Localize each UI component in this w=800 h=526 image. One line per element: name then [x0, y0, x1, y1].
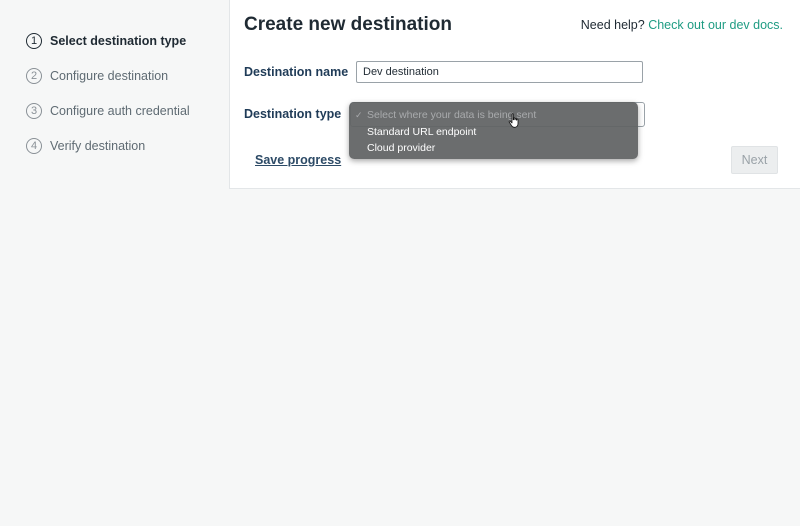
destination-name-input[interactable]: [356, 61, 643, 83]
page-title: Create new destination: [244, 14, 452, 35]
step-label: Verify destination: [50, 139, 146, 153]
step-number: 4: [26, 138, 42, 154]
dev-docs-link[interactable]: Check out our dev docs.: [648, 18, 783, 32]
destination-name-label: Destination name: [244, 65, 349, 79]
step-configure-destination[interactable]: 2 Configure destination: [26, 67, 190, 85]
step-select-destination-type[interactable]: 1 Select destination type: [26, 32, 190, 50]
destination-form-card: Create new destination Need help? Check …: [229, 0, 800, 189]
destination-type-label: Destination type: [244, 107, 342, 121]
dropdown-option-placeholder[interactable]: ✓ Select where your data is being sent: [349, 107, 638, 124]
option-label: Cloud provider: [367, 142, 436, 154]
step-number: 3: [26, 103, 42, 119]
step-list: 1 Select destination type 2 Configure de…: [26, 32, 190, 172]
checkmark-icon: ✓: [355, 110, 363, 120]
step-label: Select destination type: [50, 34, 187, 48]
help-text: Need help? Check out our dev docs.: [581, 18, 783, 32]
step-number: 2: [26, 68, 42, 84]
next-button[interactable]: Next: [731, 146, 778, 174]
step-verify-destination[interactable]: 4 Verify destination: [26, 137, 190, 155]
step-label: Configure destination: [50, 69, 169, 83]
save-progress-link[interactable]: Save progress: [255, 153, 341, 167]
destination-type-dropdown-menu: ✓ Select where your data is being sent S…: [349, 102, 638, 159]
hand-cursor-icon: [508, 113, 519, 128]
step-number: 1: [26, 33, 42, 49]
option-label: Standard URL endpoint: [367, 125, 477, 138]
help-prompt: Need help?: [580, 18, 645, 32]
dropdown-option-cloud-provider[interactable]: Cloud provider: [349, 140, 638, 157]
step-label: Configure auth credential: [50, 104, 190, 118]
dropdown-option-standard-url-endpoint[interactable]: Standard URL endpoint: [349, 124, 638, 141]
step-configure-auth-credential[interactable]: 3 Configure auth credential: [26, 102, 190, 120]
